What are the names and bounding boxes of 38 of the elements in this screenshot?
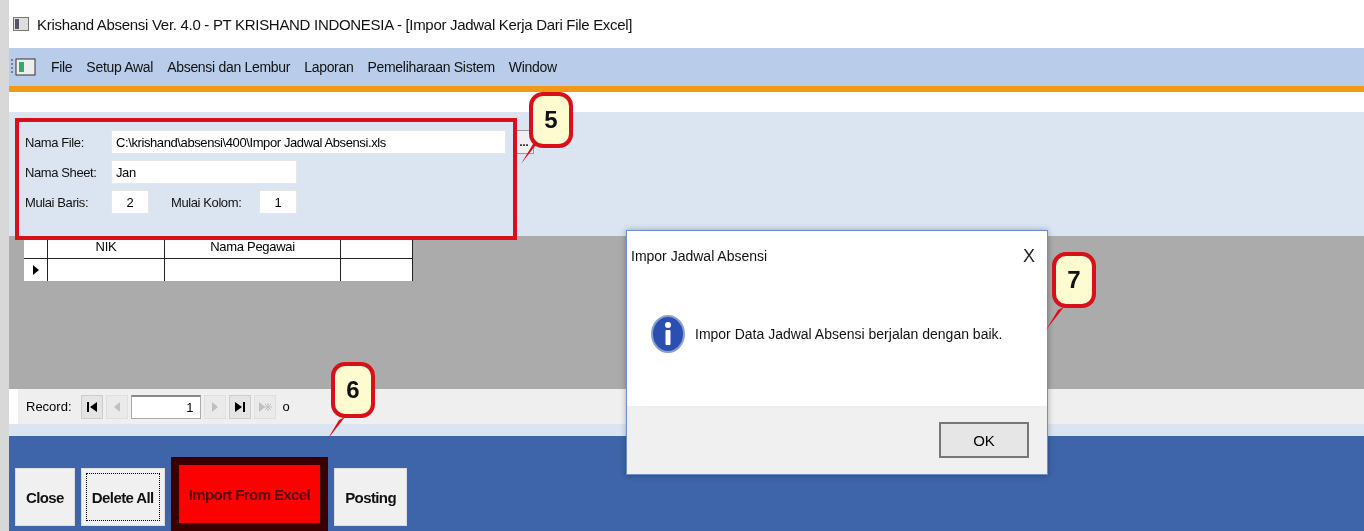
start-row-field[interactable]: 2 bbox=[111, 190, 149, 214]
menu-item[interactable]: Setup Awal bbox=[86, 59, 154, 75]
start-column-field[interactable]: 1 bbox=[259, 190, 297, 214]
callout-bubble: 7 bbox=[1052, 252, 1096, 308]
action-button[interactable]: Delete All bbox=[80, 468, 165, 526]
sheet-label: Nama Sheet: bbox=[25, 164, 98, 180]
current-row-icon bbox=[31, 264, 40, 276]
record-label: Record: bbox=[26, 399, 72, 414]
menu-item[interactable]: File bbox=[51, 59, 73, 75]
file-field[interactable]: C:\krishand\absensi\400\Impor Jadwal Absensi.xls bbox=[111, 130, 506, 154]
callout-bubble: 5 bbox=[529, 92, 573, 148]
first-record-icon bbox=[85, 400, 98, 413]
app-icon bbox=[13, 17, 29, 31]
window-title: Krishand Absensi Ver. 4.0 - PT KRISHAND INDONESIA - [Impor Jadwal Kerja Dari File Excel] bbox=[37, 15, 633, 33]
sheet-field[interactable]: Jan bbox=[111, 160, 297, 184]
record-number-field[interactable]: 1 bbox=[130, 394, 201, 419]
start-column-label: Mulai Kolom: bbox=[171, 194, 243, 210]
info-icon bbox=[651, 314, 685, 353]
start-row-label: Mulai Baris: bbox=[25, 194, 90, 210]
menu-item[interactable]: Pemeliharaan Sistem bbox=[367, 59, 495, 75]
action-button[interactable]: Import From Excel bbox=[170, 457, 329, 531]
action-button[interactable]: Posting bbox=[334, 468, 407, 526]
ok-button[interactable]: OK bbox=[939, 422, 1029, 458]
last-record-icon bbox=[233, 400, 246, 413]
record-nav-button[interactable] bbox=[228, 394, 251, 419]
record-nav-button[interactable] bbox=[80, 394, 103, 419]
dialog-close-button[interactable]: X bbox=[1023, 245, 1035, 267]
menu-item[interactable]: Absensi dan Lembur bbox=[167, 59, 291, 75]
file-label: Nama File: bbox=[25, 134, 85, 150]
action-button[interactable]: Close bbox=[15, 468, 75, 526]
callout-bubble: 6 bbox=[331, 362, 375, 418]
record-count-text: o bbox=[282, 399, 290, 414]
dialog-title: Impor Jadwal Absensi bbox=[631, 248, 768, 264]
menu-item[interactable]: Window bbox=[508, 59, 557, 75]
dialog-message: Impor Data Jadwal Absensi berjalan dengan baik. bbox=[695, 325, 1003, 342]
menu-item[interactable]: Laporan bbox=[304, 59, 354, 75]
new-record-icon bbox=[257, 400, 272, 413]
document-icon[interactable] bbox=[11, 57, 37, 77]
